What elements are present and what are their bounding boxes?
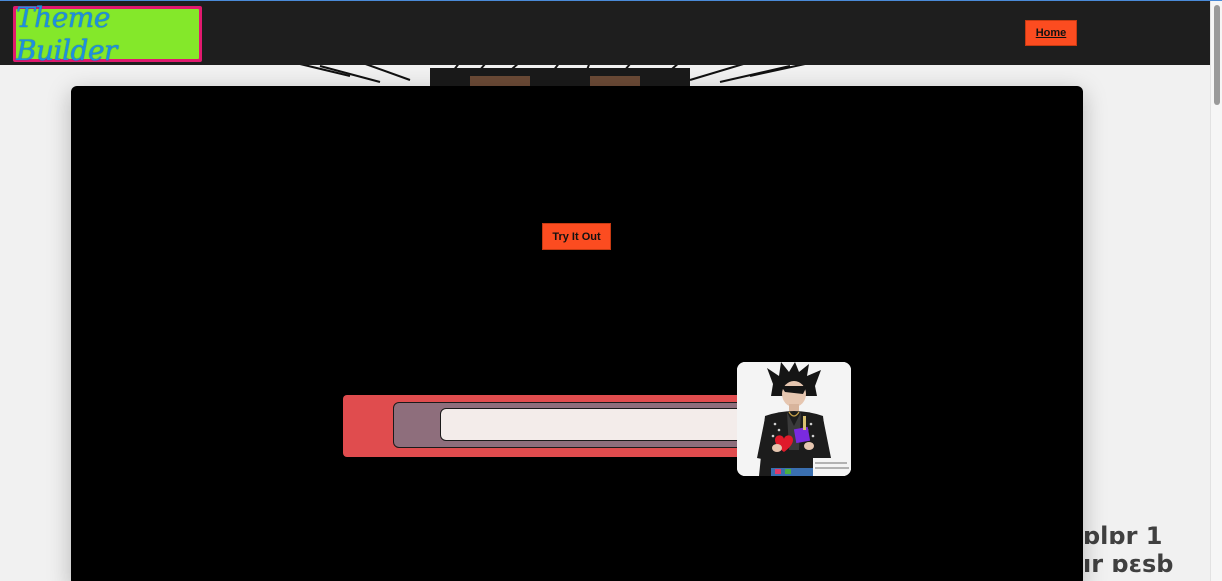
background-text-fragment: ɒlɒr 1 ır ɒɛsb — [1083, 522, 1174, 578]
site-header: Theme Builder Home — [0, 1, 1210, 67]
scrollbar-thumb[interactable] — [1214, 5, 1220, 105]
main-panel: Try It Out — [71, 86, 1083, 581]
text-input[interactable] — [440, 408, 752, 441]
background-hair-image — [290, 62, 810, 88]
page: ɒlɒr 1 ır ɒɛsb Theme Builder Home Try It… — [0, 0, 1222, 581]
home-nav-button[interactable]: Home — [1025, 20, 1077, 46]
logo[interactable]: Theme Builder — [13, 1, 202, 67]
avatar-character-image — [737, 362, 851, 476]
avatar-card[interactable] — [737, 362, 851, 476]
try-it-out-button[interactable]: Try It Out — [542, 223, 611, 250]
input-widget-outer — [343, 395, 753, 457]
vertical-scrollbar[interactable] — [1210, 1, 1222, 581]
logo-text: Theme Builder — [16, 1, 117, 67]
logo-background: Theme Builder — [16, 1, 199, 67]
input-widget-frame — [393, 402, 753, 448]
